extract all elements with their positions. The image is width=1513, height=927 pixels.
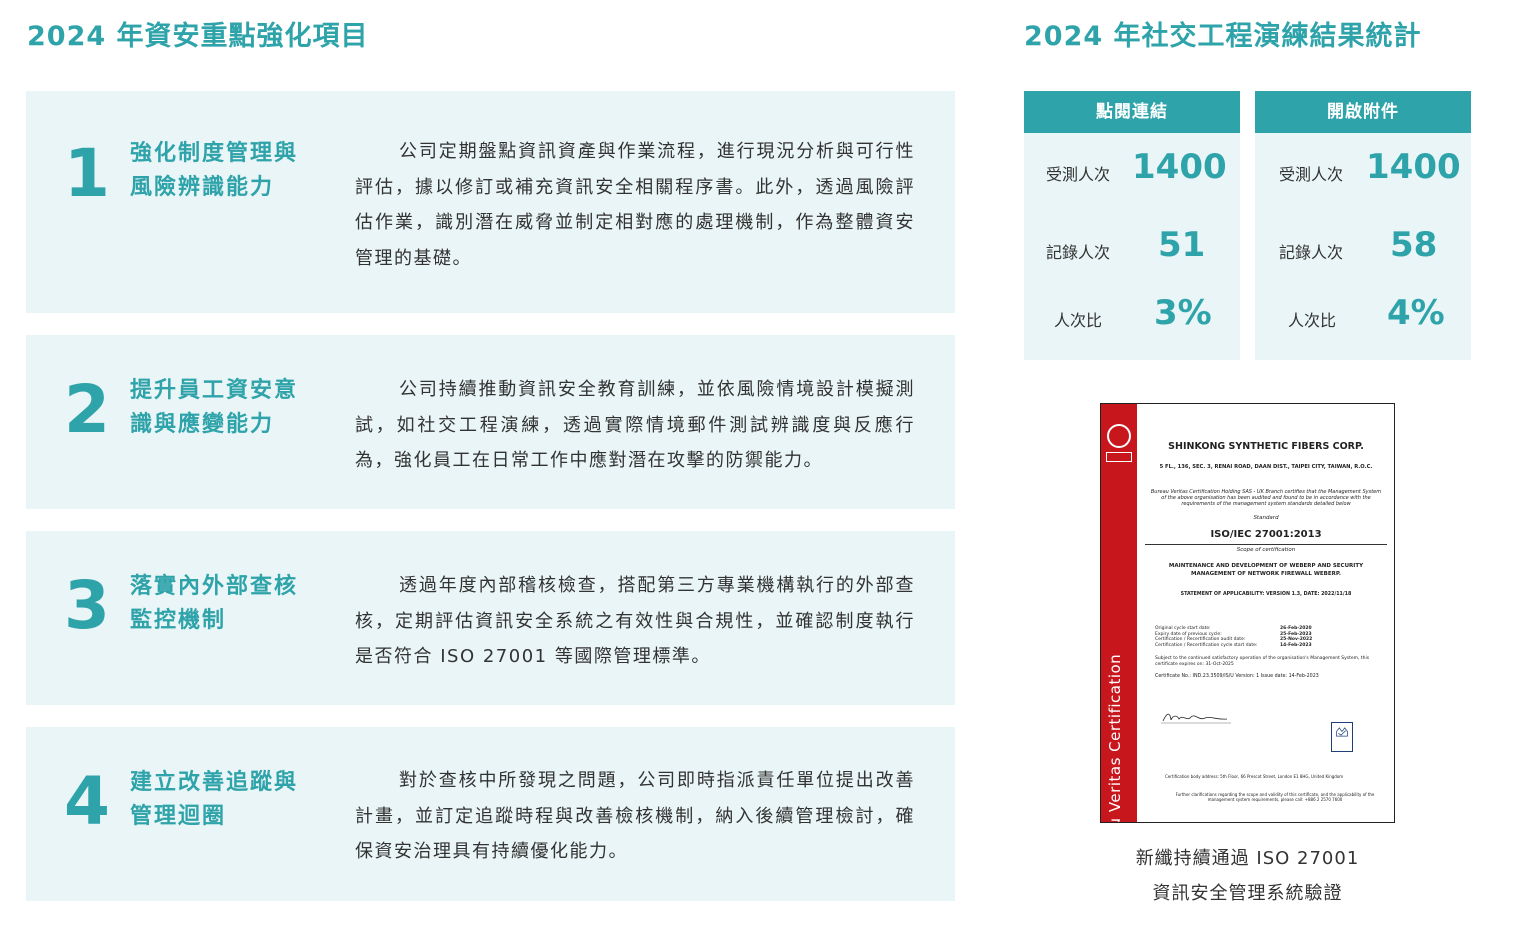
stat-value: 1400 xyxy=(1366,147,1461,187)
certificate-standard-label: Standard xyxy=(1253,515,1279,521)
item-heading: 建立改善追蹤與 管理迴圈 xyxy=(130,766,330,834)
right-section-title: 2024 年社交工程演練結果統計 xyxy=(1024,21,1422,52)
item-heading-line1: 建立改善追蹤與 xyxy=(130,770,299,795)
certificate-standard: ISO/IEC 27001:2013 xyxy=(1210,529,1322,540)
stat-value: 3% xyxy=(1154,293,1212,333)
stat-value: 58 xyxy=(1390,225,1438,265)
stat-row: 人次比 3% xyxy=(1024,293,1240,343)
certificate-address: 5 FL., 136, SEC. 3, RENAI ROAD, DAAN DIS… xyxy=(1159,464,1373,470)
item-heading-line2: 風險辨識能力 xyxy=(130,175,275,200)
left-section-title: 2024 年資安重點強化項目 xyxy=(27,21,369,52)
item-heading: 提升員工資安意 識與應變能力 xyxy=(130,374,330,442)
item-number: 1 xyxy=(64,135,110,212)
item-heading-line2: 識與應變能力 xyxy=(130,412,275,437)
stat-label: 記錄人次 xyxy=(1279,243,1344,262)
certificate-band-text: Bureau Veritas Certification xyxy=(1106,653,1124,823)
item-body: 公司定期盤點資訊資產與作業流程，進行現況分析與可行性評估，據以修訂或補充資訊安全… xyxy=(355,141,915,269)
bureau-veritas-logo-text-icon xyxy=(1106,452,1132,462)
stat-row: 受測人次 1400 xyxy=(1024,147,1240,197)
item-card-1: 1 強化制度管理與 風險辨識能力 公司定期盤點資訊資產與作業流程，進行現況分析與… xyxy=(26,91,955,313)
item-heading-line1: 落實內外部查核 xyxy=(130,574,299,599)
item-body: 對於查核中所發現之問題，公司即時指派責任單位提出改善計畫，並訂定追蹤時程與改善檢… xyxy=(355,770,915,862)
stat-label: 人次比 xyxy=(1288,311,1337,330)
bureau-veritas-logo-icon xyxy=(1107,424,1131,448)
item-heading-line1: 提升員工資安意 xyxy=(130,378,299,403)
date-label: Certification / Recertification audit da… xyxy=(1155,637,1246,642)
date-value: 14-Feb-2023 xyxy=(1280,642,1312,648)
item-body: 公司持續推動資訊安全教育訓練，並依風險情境設計模擬測試，如社交工程演練，透過實際… xyxy=(355,379,915,471)
certificate-soa: STATEMENT OF APPLICABILITY: VERSION 1.3,… xyxy=(1180,592,1352,597)
ukas-mark-icon xyxy=(1331,722,1353,752)
certificate-divider xyxy=(1145,544,1387,545)
item-number: 3 xyxy=(64,567,110,644)
certificate-dates: Original cycle start date: 26-Feb-2020 Ex… xyxy=(1155,626,1355,648)
date-label: Original cycle start date: xyxy=(1155,626,1211,631)
item-card-2: 2 提升員工資安意 識與應變能力 公司持續推動資訊安全教育訓練，並依風險情境設計… xyxy=(26,335,955,509)
stat-label: 受測人次 xyxy=(1046,165,1111,184)
certificate-subject: Subject to the continued satisfactory op… xyxy=(1155,656,1370,667)
stat-value: 51 xyxy=(1158,225,1206,265)
certificate-red-band: Bureau Veritas Certification xyxy=(1101,404,1137,822)
item-card-3: 3 落實內外部查核 監控機制 透過年度內部稽核檢查，搭配第三方專業機構執行的外部… xyxy=(26,531,955,705)
certificate-scope-label: Scope of certification xyxy=(1236,547,1296,553)
stat-row: 記錄人次 58 xyxy=(1255,225,1471,275)
item-card-4: 4 建立改善追蹤與 管理迴圈 對於查核中所發現之問題，公司即時指派責任單位提出改… xyxy=(26,727,955,901)
certificate-scope: MAINTENANCE AND DEVELOPMENT OF WEBERP AN… xyxy=(1168,563,1364,577)
item-heading: 強化制度管理與 風險辨識能力 xyxy=(130,137,330,205)
stat-value: 4% xyxy=(1387,293,1445,333)
item-number: 2 xyxy=(64,371,110,448)
stat-label: 人次比 xyxy=(1054,311,1103,330)
stat-label: 記錄人次 xyxy=(1046,243,1111,262)
certificate-statement: Bureau Veritas Certification Holding SAS… xyxy=(1150,489,1382,507)
item-heading-line2: 管理迴圈 xyxy=(130,804,227,829)
item-number: 4 xyxy=(64,763,110,840)
item-heading-line1: 強化制度管理與 xyxy=(130,141,299,166)
date-label: Expiry date of previous cycle: xyxy=(1155,631,1222,637)
certificate-caption-line2: 資訊安全管理系統驗證 xyxy=(1152,883,1343,904)
certificate-company: SHINKONG SYNTHETIC FIBERS CORP. xyxy=(1168,441,1364,452)
date-label: Certification / Recertification cycle st… xyxy=(1155,642,1258,648)
stat-row: 受測人次 1400 xyxy=(1255,147,1471,197)
stat-label: 受測人次 xyxy=(1279,165,1344,184)
signature-icon xyxy=(1161,713,1231,724)
certificate-caption-line1: 新纖持續通過 ISO 27001 xyxy=(1135,848,1360,869)
stat-value: 1400 xyxy=(1132,147,1227,187)
certificate-footer-2: Further clarifications regarding the sco… xyxy=(1175,792,1375,802)
stat-header: 開啟附件 xyxy=(1255,91,1471,133)
certificate-footer: Certification body address: 5th Floor, 6… xyxy=(1165,774,1344,779)
item-heading: 落實內外部查核 監控機制 xyxy=(130,570,330,638)
item-heading-line2: 監控機制 xyxy=(130,608,227,633)
stat-header: 點閱連結 xyxy=(1024,91,1240,133)
ukas-crown-icon xyxy=(1336,727,1348,737)
certificate-number: Certificate No.: IND.23.3509/IS/U Versio… xyxy=(1155,674,1319,679)
stat-column-open-attachment: 開啟附件 受測人次 1400 記錄人次 58 人次比 4% xyxy=(1255,91,1471,360)
iso-certificate-image: Bureau Veritas Certification SHINKONG SY… xyxy=(1100,403,1395,823)
item-body: 透過年度內部稽核檢查，搭配第三方專業機構執行的外部查核，定期評估資訊安全系統之有… xyxy=(355,575,915,667)
stat-column-click-link: 點閱連結 受測人次 1400 記錄人次 51 人次比 3% xyxy=(1024,91,1240,360)
stat-row: 記錄人次 51 xyxy=(1024,225,1240,275)
stat-row: 人次比 4% xyxy=(1255,293,1471,343)
